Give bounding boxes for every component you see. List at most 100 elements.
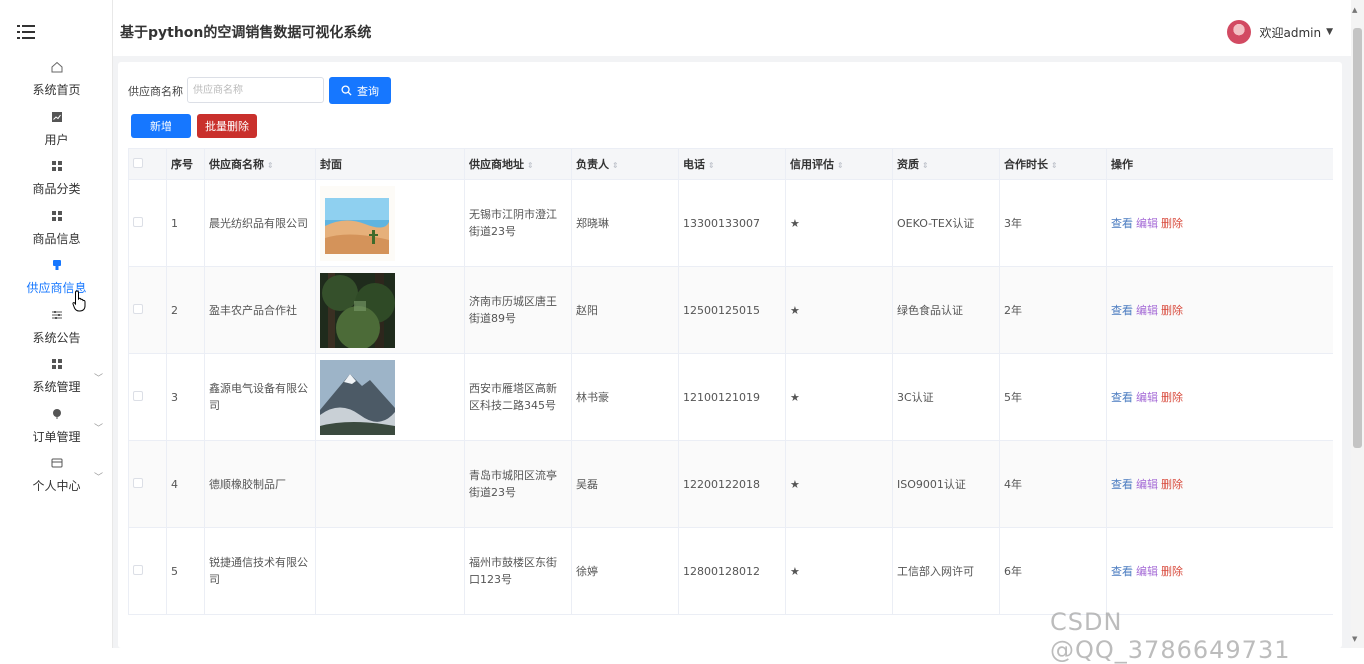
watermark: CSDN @QQ_3786649731 [1050, 608, 1291, 664]
delete-link[interactable]: 删除 [1161, 304, 1183, 317]
sidebar-item-label: 供应商信息 [26, 281, 87, 295]
cell-index: 5 [166, 527, 205, 615]
select-all-cell[interactable] [128, 148, 167, 180]
sidebar: 系统首页 用户 商品分类 商品信息 供应商信息 系统公告 系统管理 ﹀ 订单管理… [0, 0, 113, 648]
row-checkbox[interactable] [133, 564, 143, 575]
sort-icon[interactable]: ⇕ [708, 161, 715, 170]
sidebar-item-supplier[interactable]: 供应商信息 [0, 254, 113, 304]
column-header-phone[interactable]: 电话 ⇕ [678, 148, 786, 180]
sidebar-item-orders[interactable]: 订单管理 ﹀ [0, 403, 113, 453]
cell-cover [315, 440, 465, 528]
sidebar-item-home[interactable]: 系统首页 [0, 56, 113, 106]
view-link[interactable]: 查看 [1111, 304, 1133, 317]
cover-image [320, 359, 395, 435]
sort-icon[interactable]: ⇕ [527, 161, 534, 170]
supplier-icon [0, 254, 113, 276]
cell-credit: ★ [785, 527, 893, 615]
row-select-cell[interactable] [128, 266, 167, 354]
caret-down-icon: ▼ [1326, 27, 1333, 37]
edit-link[interactable]: 编辑 [1136, 304, 1158, 317]
sidebar-item-notice[interactable]: 系统公告 [0, 304, 113, 354]
chart-icon [0, 106, 113, 128]
sort-icon[interactable]: ⇕ [1051, 161, 1058, 170]
sort-icon[interactable]: ⇕ [922, 161, 929, 170]
view-link[interactable]: 查看 [1111, 565, 1133, 578]
column-header-duration[interactable]: 合作时长 ⇕ [999, 148, 1107, 180]
cover-image [320, 185, 395, 261]
table-row[interactable]: 3 鑫源电气设备有限公司 西安市雁塔区高新区科技二路345号 林书豪 121001210… [128, 353, 1333, 441]
menu-toggle-icon[interactable] [17, 24, 35, 40]
cell-supplier-name: 锐捷通信技术有限公司 [204, 527, 316, 615]
cell-qualification: 绿色食品认证 [892, 266, 1000, 354]
edit-link[interactable]: 编辑 [1136, 391, 1158, 404]
row-select-cell[interactable] [128, 353, 167, 441]
cell-ops: 查看 编辑 删除 [1106, 179, 1333, 267]
cell-contact: 赵阳 [571, 266, 679, 354]
row-checkbox[interactable] [133, 477, 143, 488]
table-row[interactable]: 1 晨光纺织品有限公司 无锡市江阴市澄江街道23号 郑晓琳 13300133007 ★ OE… [128, 179, 1333, 267]
row-select-cell[interactable] [128, 440, 167, 528]
table-row[interactable]: 5 锐捷通信技术有限公司 福州市鼓楼区东街口123号 徐婷 12800128012 ★ 工信… [128, 527, 1333, 615]
edit-link[interactable]: 编辑 [1136, 565, 1158, 578]
cell-index: 3 [166, 353, 205, 441]
sort-icon[interactable]: ⇕ [267, 161, 274, 170]
top-header: 基于python的空调销售数据可视化系统 欢迎admin ▼ [113, 0, 1351, 56]
select-all-checkbox[interactable] [133, 157, 143, 168]
query-button[interactable]: 查询 [329, 77, 391, 104]
cell-supplier-name: 鑫源电气设备有限公司 [204, 353, 316, 441]
cell-ops: 查看 编辑 删除 [1106, 353, 1333, 441]
cell-ops: 查看 编辑 删除 [1106, 440, 1333, 528]
cell-duration: 4年 [999, 440, 1107, 528]
row-select-cell[interactable] [128, 527, 167, 615]
delete-link[interactable]: 删除 [1161, 391, 1183, 404]
column-header-credit[interactable]: 信用评估 ⇕ [785, 148, 893, 180]
sidebar-item-system[interactable]: 系统管理 ﹀ [0, 353, 113, 403]
sidebar-item-user[interactable]: 用户 [0, 106, 113, 156]
scrollbar-thumb[interactable] [1353, 28, 1362, 448]
delete-link[interactable]: 删除 [1161, 217, 1183, 230]
sort-icon[interactable]: ⇕ [612, 161, 619, 170]
table-header-row: 序号 供应商名称 ⇕ 封面 供应商地址 ⇕ 负责人 ⇕ 电话 ⇕ 信用评估 ⇕ 资质 ⇕ 合… [128, 148, 1333, 180]
add-button[interactable]: 新增 [131, 114, 191, 138]
column-header-index: 序号 [166, 148, 205, 180]
sidebar-item-label: 用户 [44, 132, 69, 147]
cell-contact: 郑晓琳 [571, 179, 679, 267]
sort-icon[interactable]: ⇕ [837, 161, 844, 170]
cell-credit: ★ [785, 353, 893, 441]
row-checkbox[interactable] [133, 390, 143, 401]
cell-index: 2 [166, 266, 205, 354]
home-icon [0, 56, 113, 78]
sidebar-item-product[interactable]: 商品信息 [0, 205, 113, 255]
edit-link[interactable]: 编辑 [1136, 478, 1158, 491]
column-header-ops: 操作 [1106, 148, 1333, 180]
row-select-cell[interactable] [128, 179, 167, 267]
view-link[interactable]: 查看 [1111, 478, 1133, 491]
cell-duration: 2年 [999, 266, 1107, 354]
column-header-name[interactable]: 供应商名称 ⇕ [204, 148, 316, 180]
page-title: 基于python的空调销售数据可视化系统 [120, 25, 372, 41]
user-menu[interactable]: 欢迎admin ▼ [1227, 20, 1333, 44]
cell-cover [315, 353, 465, 441]
mouse-cursor-icon [72, 290, 86, 312]
table-row[interactable]: 2 盈丰农产品合作社 济南市历城区唐王街道89号 赵阳 12500125015 ★ 绿色食品… [128, 266, 1333, 354]
scroll-up-icon[interactable]: ▲ [1352, 6, 1357, 14]
cell-supplier-name: 晨光纺织品有限公司 [204, 179, 316, 267]
supplier-name-input[interactable] [187, 77, 324, 103]
view-link[interactable]: 查看 [1111, 391, 1133, 404]
cell-supplier-name: 德顺橡胶制品厂 [204, 440, 316, 528]
column-header-address[interactable]: 供应商地址 ⇕ [464, 148, 572, 180]
cell-address: 西安市雁塔区高新区科技二路345号 [464, 353, 572, 441]
view-link[interactable]: 查看 [1111, 217, 1133, 230]
row-checkbox[interactable] [133, 303, 143, 314]
sidebar-item-profile[interactable]: 个人中心 ﹀ [0, 452, 113, 502]
sidebar-item-category[interactable]: 商品分类 [0, 155, 113, 205]
batch-delete-button[interactable]: 批量删除 [197, 114, 257, 138]
cell-credit: ★ [785, 179, 893, 267]
delete-link[interactable]: 删除 [1161, 565, 1183, 578]
column-header-qualification[interactable]: 资质 ⇕ [892, 148, 1000, 180]
edit-link[interactable]: 编辑 [1136, 217, 1158, 230]
table-row[interactable]: 4 德顺橡胶制品厂 青岛市城阳区流亭街道23号 吴磊 12200122018 ★ ISO90… [128, 440, 1333, 528]
column-header-contact[interactable]: 负责人 ⇕ [571, 148, 679, 180]
row-checkbox[interactable] [133, 216, 143, 227]
delete-link[interactable]: 删除 [1161, 478, 1183, 491]
